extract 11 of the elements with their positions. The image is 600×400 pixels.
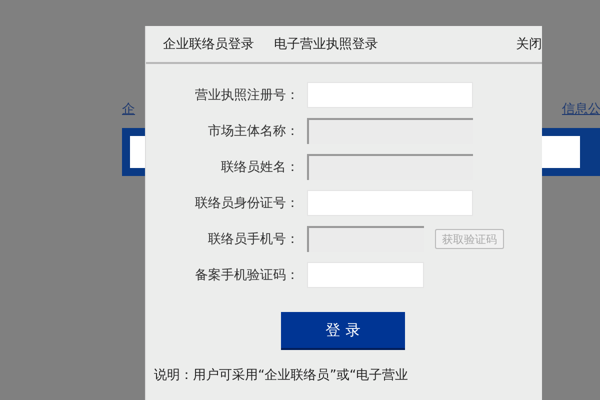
field-label: 备案手机验证码： [194, 267, 299, 284]
note-text: 说明：用户可采用“企业联络员”或“电子营业 [154, 367, 410, 384]
field-label: 联络员手机号： [207, 231, 299, 248]
field-label: 营业执照注册号： [194, 87, 299, 104]
login-tab[interactable]: 电子营业执照登录 [274, 35, 378, 53]
login-tab[interactable]: 企业联络员登录 [163, 35, 254, 53]
close-link[interactable]: 关闭 [516, 35, 542, 53]
field-label: 联络员身份证号： [194, 195, 299, 212]
field-label: 联络员姓名： [220, 159, 299, 176]
field-label: 市场主体名称： [207, 123, 299, 140]
login-button[interactable]: 登 录 [281, 312, 405, 350]
